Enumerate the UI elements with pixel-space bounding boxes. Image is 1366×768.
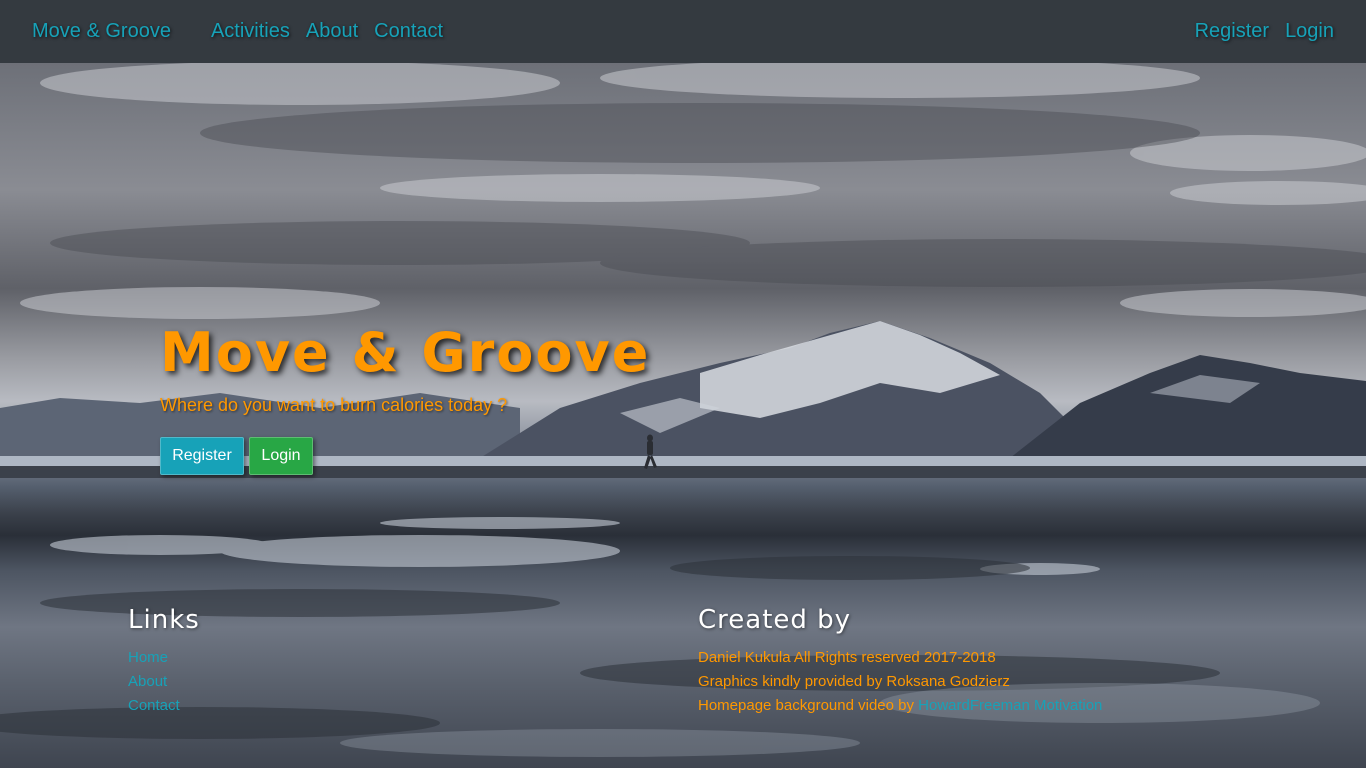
footer-links-list: Home About Contact <box>128 648 180 715</box>
hero-subtitle: Where do you want to burn calories today… <box>160 395 508 415</box>
footer-links-heading: Links <box>128 605 200 635</box>
credit-graphics: Graphics kindly provided by Roksana Godz… <box>698 673 1010 690</box>
footer-link-about[interactable]: About <box>128 672 180 691</box>
nav-right-group: Register Login <box>1195 20 1334 43</box>
footer-created-heading: Created by <box>698 605 852 635</box>
hero-login-button[interactable]: Login <box>249 437 313 475</box>
top-navbar: Move & Groove Activities About Contact R… <box>0 0 1366 63</box>
credit-copyright: Daniel Kukula All Rights reserved 2017-2… <box>698 649 996 666</box>
hero-register-button[interactable]: Register <box>160 437 244 475</box>
footer-credits: Daniel Kukula All Rights reserved 2017-2… <box>698 648 1102 715</box>
footer-link-home[interactable]: Home <box>128 648 180 667</box>
credit-video: Homepage background video by HowardFreem… <box>698 696 1102 715</box>
hero-background-video: Move & Groove Where do you want to burn … <box>0 63 1366 768</box>
footer-link-contact[interactable]: Contact <box>128 696 180 715</box>
credit-video-link[interactable]: HowardFreeman Motivation <box>918 697 1102 714</box>
brand-link[interactable]: Move & Groove <box>32 20 171 43</box>
nav-about[interactable]: About <box>306 20 358 43</box>
nav-left-group: Activities About Contact <box>211 20 443 43</box>
credit-video-prefix: Homepage background video by <box>698 697 919 714</box>
nav-activities[interactable]: Activities <box>211 20 290 43</box>
hero-title: Move & Groove <box>160 321 651 384</box>
nav-login[interactable]: Login <box>1285 20 1334 43</box>
nav-register[interactable]: Register <box>1195 20 1269 43</box>
nav-contact[interactable]: Contact <box>374 20 443 43</box>
